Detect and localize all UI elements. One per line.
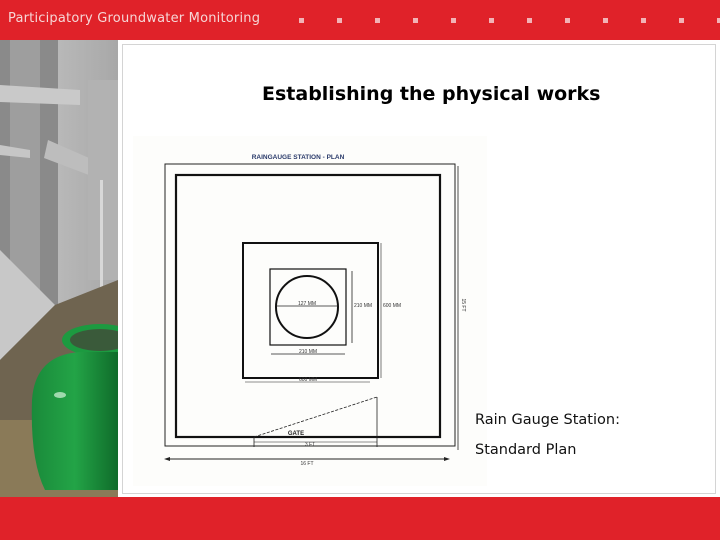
hand-pump-photo-illustration <box>0 40 118 497</box>
header-dot <box>337 18 342 23</box>
header-dot <box>641 18 646 23</box>
label-outer-square-height: 600 MM <box>383 303 401 309</box>
drawing-title: RAINGAUGE STATION - PLAN <box>252 154 345 161</box>
header-dot <box>565 18 570 23</box>
label-inner-square-side: 210 MM <box>299 349 317 355</box>
header-dot <box>375 18 380 23</box>
header-dot <box>679 18 684 23</box>
concrete-base-square <box>242 242 379 379</box>
plan-diagram: RAINGAUGE STATION - PLAN 127 MM 210 MM 2… <box>164 154 466 467</box>
label-outer-square-width: 600 MM <box>299 377 317 383</box>
header-dot <box>489 18 494 23</box>
presentation-title: Participatory Groundwater Monitoring <box>8 11 261 26</box>
raingauge-plan-drawing: RAINGAUGE STATION - PLAN 127 MM 210 MM 2… <box>133 136 487 486</box>
header-dot <box>299 18 304 23</box>
label-gate: GATE <box>288 431 304 437</box>
header-dot <box>603 18 608 23</box>
label-gate-width: 3 FT <box>305 442 315 448</box>
gauge-square <box>269 268 347 346</box>
label-enclosure-height: 15 FT <box>460 298 466 311</box>
gauge-circle <box>275 275 339 339</box>
label-inner-square-height: 210 MM <box>354 303 372 309</box>
header-dot <box>451 18 456 23</box>
header-dot <box>527 18 532 23</box>
photo-hand-pump <box>0 40 118 497</box>
slide-title: Establishing the physical works <box>262 83 601 105</box>
header-bar: Participatory Groundwater Monitoring <box>0 0 720 40</box>
caption-line-2: Standard Plan <box>475 442 577 458</box>
header-dot <box>413 18 418 23</box>
label-enclosure-width: 16 FT <box>300 461 313 467</box>
footer-bar <box>0 497 720 540</box>
label-circle-diameter: 127 MM <box>298 301 316 307</box>
caption-line-1: Rain Gauge Station: <box>475 412 620 428</box>
